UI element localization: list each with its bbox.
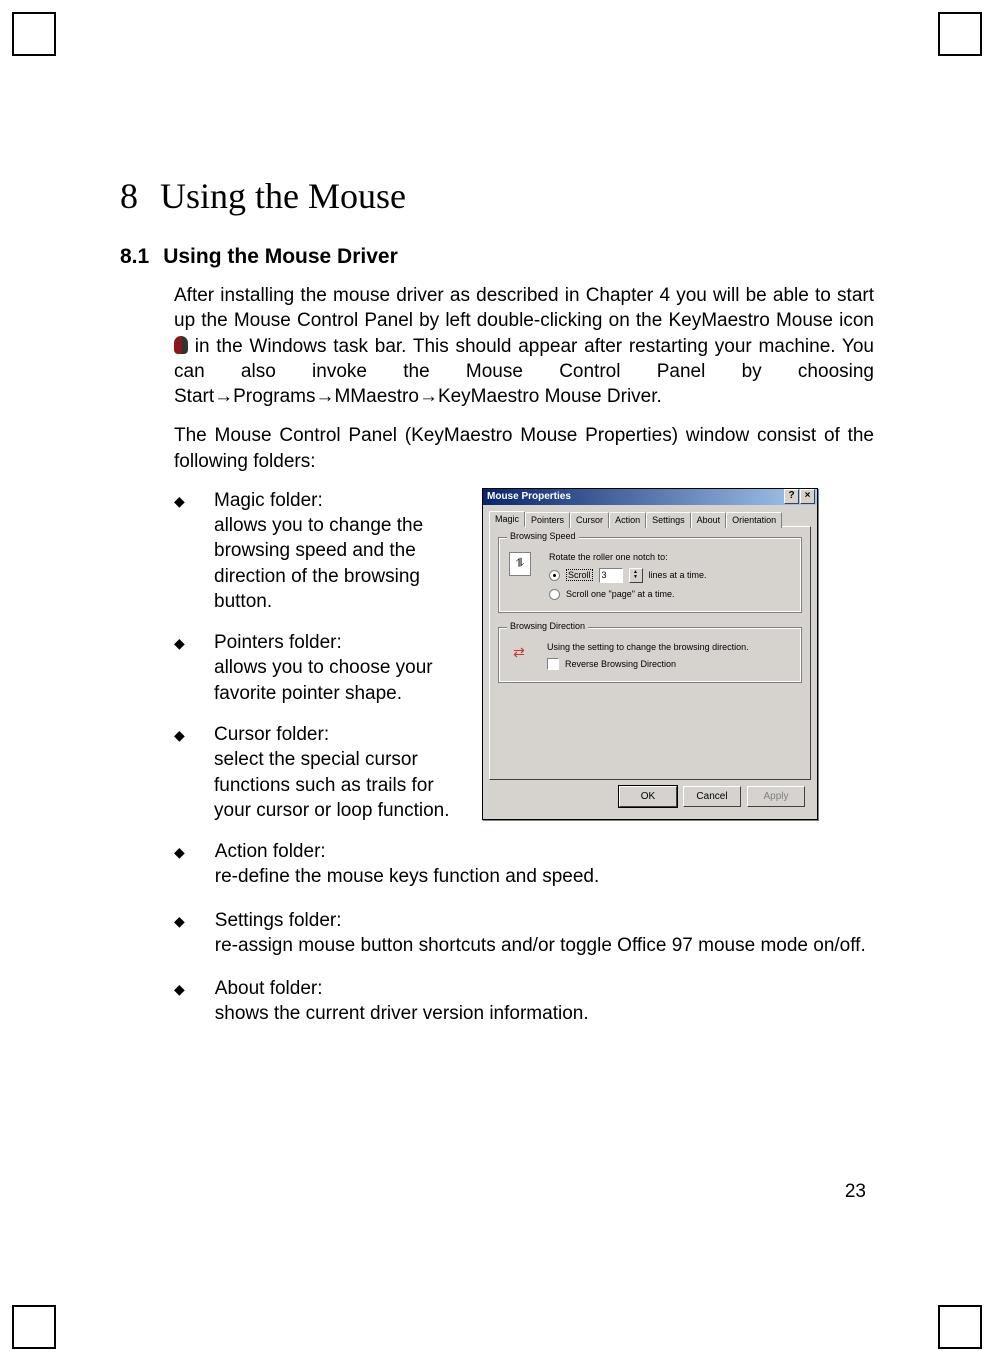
ok-button[interactable]: OK xyxy=(619,786,677,807)
tab-pane: Browsing Speed ⥮ Rotate the roller one n… xyxy=(489,526,811,780)
bullet-desc: shows the current driver version informa… xyxy=(215,1003,589,1024)
tab-pointers[interactable]: Pointers xyxy=(525,512,570,528)
tab-about[interactable]: About xyxy=(691,512,727,528)
browsing-direction-group: Browsing Direction ⇄ Using the setting t… xyxy=(498,627,802,683)
tab-action[interactable]: Action xyxy=(609,512,646,528)
list-item: ◆ Cursor folder:select the special curso… xyxy=(174,722,464,823)
paragraph-2: The Mouse Control Panel (KeyMaestro Mous… xyxy=(174,423,874,474)
paragraph-1: After installing the mouse driver as des… xyxy=(174,283,874,409)
lines-input[interactable]: 3 xyxy=(599,568,623,583)
group-legend: Browsing Direction xyxy=(507,621,588,631)
crop-mark-tr xyxy=(938,12,982,56)
chapter-heading: 8 Using the Mouse xyxy=(120,175,874,217)
list-item: ◆ Action folder:re-define the mouse keys… xyxy=(174,839,874,890)
section-number: 8.1 xyxy=(120,245,149,269)
apply-button[interactable]: Apply xyxy=(747,786,805,807)
help-button[interactable]: ? xyxy=(784,489,799,504)
radio-page[interactable] xyxy=(549,589,560,600)
paragraph-1a: After installing the mouse driver as des… xyxy=(174,285,874,331)
bullet-title: Magic folder: xyxy=(214,488,464,513)
scroll-wheel-icon: ⥮ xyxy=(509,552,531,576)
list-item: ◆ Settings folder:re-assign mouse button… xyxy=(174,908,874,959)
keymaestro-mouse-icon xyxy=(174,336,188,354)
tab-settings[interactable]: Settings xyxy=(646,512,691,528)
dialog-title: Mouse Properties xyxy=(487,491,571,502)
radio-scroll[interactable] xyxy=(549,570,560,581)
chapter-number: 8 xyxy=(120,175,138,217)
radio-scroll-label: Scroll xyxy=(566,569,593,581)
crop-mark-tl xyxy=(12,12,56,56)
bullet-icon: ◆ xyxy=(174,488,184,515)
bullet-title: Pointers folder: xyxy=(214,630,464,655)
bullet-desc: select the special cursor functions such… xyxy=(214,749,450,821)
bullet-icon: ◆ xyxy=(174,630,184,657)
crop-mark-br xyxy=(938,1305,982,1349)
bullet-icon: ◆ xyxy=(174,976,185,1003)
mouse-properties-dialog: Mouse Properties ? × Magic Pointers Curs… xyxy=(482,488,818,820)
list-item: ◆ Magic folder:allows you to change the … xyxy=(174,488,464,614)
tab-orientation[interactable]: Orientation xyxy=(726,512,782,528)
speed-label: Rotate the roller one notch to: xyxy=(549,552,791,562)
direction-label: Using the setting to change the browsing… xyxy=(547,642,791,652)
lines-suffix: lines at a time. xyxy=(649,570,707,580)
bullet-icon: ◆ xyxy=(174,908,185,935)
section-heading: 8.1 Using the Mouse Driver xyxy=(120,245,874,269)
radio-page-label: Scroll one "page" at a time. xyxy=(566,589,674,599)
section-title-text: Using the Mouse Driver xyxy=(163,245,398,268)
tab-magic[interactable]: Magic xyxy=(489,511,525,527)
bullet-title: Settings folder: xyxy=(215,908,866,933)
chapter-title-text: Using the Mouse xyxy=(160,176,406,216)
tab-strip: Magic Pointers Cursor Action Settings Ab… xyxy=(489,511,811,527)
close-button[interactable]: × xyxy=(800,489,815,504)
reverse-direction-checkbox[interactable] xyxy=(547,658,559,670)
bullet-desc: re-define the mouse keys function and sp… xyxy=(215,866,599,887)
group-legend: Browsing Speed xyxy=(507,531,579,541)
bullet-desc: allows you to choose your favorite point… xyxy=(214,657,433,703)
bullet-title: Action folder: xyxy=(215,839,599,864)
bullet-title: About folder: xyxy=(215,976,589,1001)
bullet-desc: re-assign mouse button shortcuts and/or … xyxy=(215,935,866,956)
cancel-button[interactable]: Cancel xyxy=(683,786,741,807)
bullet-desc: allows you to change the browsing speed … xyxy=(214,515,423,612)
dialog-titlebar: Mouse Properties ? × xyxy=(483,489,817,505)
lines-spinner[interactable]: ▲▼ xyxy=(629,568,643,583)
bullet-icon: ◆ xyxy=(174,722,184,749)
paragraph-1b: in the Windows task bar. This should app… xyxy=(174,336,874,408)
direction-arrows-icon: ⇄ xyxy=(509,642,529,664)
reverse-direction-label: Reverse Browsing Direction xyxy=(565,659,676,669)
crop-mark-bl xyxy=(12,1305,56,1349)
list-item: ◆ Pointers folder:allows you to choose y… xyxy=(174,630,464,706)
dialog-button-row: OK Cancel Apply xyxy=(489,780,811,813)
list-item: ◆ About folder:shows the current driver … xyxy=(174,976,874,1027)
tab-cursor[interactable]: Cursor xyxy=(570,512,609,528)
page-number: 23 xyxy=(845,1181,866,1203)
browsing-speed-group: Browsing Speed ⥮ Rotate the roller one n… xyxy=(498,537,802,613)
bullet-title: Cursor folder: xyxy=(214,722,464,747)
bullet-icon: ◆ xyxy=(174,839,185,866)
